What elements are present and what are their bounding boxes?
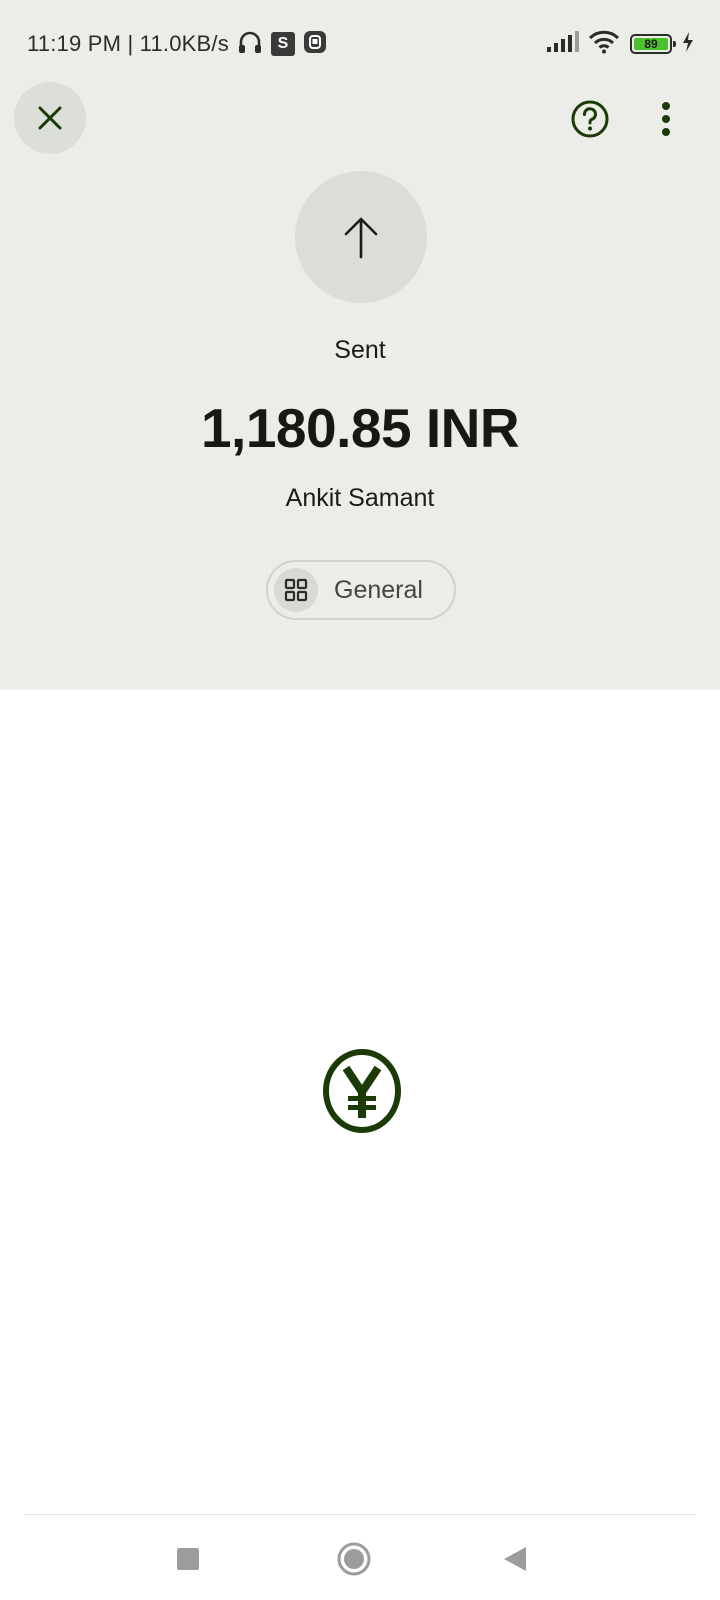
close-icon <box>38 106 62 130</box>
recipient-name: Ankit Samant <box>285 484 435 512</box>
status-right: 89 <box>546 30 694 58</box>
transaction-status: Sent <box>334 336 386 364</box>
close-button[interactable] <box>14 82 86 154</box>
home-circle-icon <box>337 1542 371 1576</box>
system-nav-bar <box>0 1515 720 1600</box>
headset-icon <box>237 29 263 60</box>
help-button[interactable] <box>566 95 614 143</box>
battery-level: 89 <box>634 37 668 51</box>
s-app-icon: S <box>270 32 295 56</box>
wifi-icon <box>588 30 620 59</box>
home-button[interactable] <box>332 1537 376 1581</box>
category-label: General <box>334 575 423 604</box>
status-bar: 11:19 PM | 11.0KB/s S 89 <box>0 0 720 88</box>
transaction-amount: 1,180.85 INR <box>200 397 520 459</box>
status-left: 11:19 PM | 11.0KB/s S <box>27 30 327 58</box>
more-options-button[interactable] <box>650 95 682 143</box>
arrow-up-icon <box>344 217 378 259</box>
app-notification-icon <box>303 30 327 59</box>
help-icon <box>571 100 609 138</box>
category-chip[interactable]: General <box>266 560 456 620</box>
more-vert-icon <box>662 102 670 136</box>
battery-icon: 89 <box>630 34 676 54</box>
recents-square-icon <box>177 1548 199 1570</box>
back-button[interactable] <box>493 1537 537 1581</box>
grid-icon <box>274 568 318 612</box>
charging-icon <box>682 31 694 57</box>
recents-button[interactable] <box>166 1537 210 1581</box>
signal-icon <box>546 30 580 58</box>
transaction-header-panel: 11:19 PM | 11.0KB/s S 89 Sent 1,180.85 I… <box>0 0 720 690</box>
status-time-speed: 11:19 PM | 11.0KB/s <box>27 31 229 56</box>
direction-badge <box>295 171 427 303</box>
yen-coin-icon <box>322 1048 402 1134</box>
back-triangle-icon <box>504 1547 526 1571</box>
